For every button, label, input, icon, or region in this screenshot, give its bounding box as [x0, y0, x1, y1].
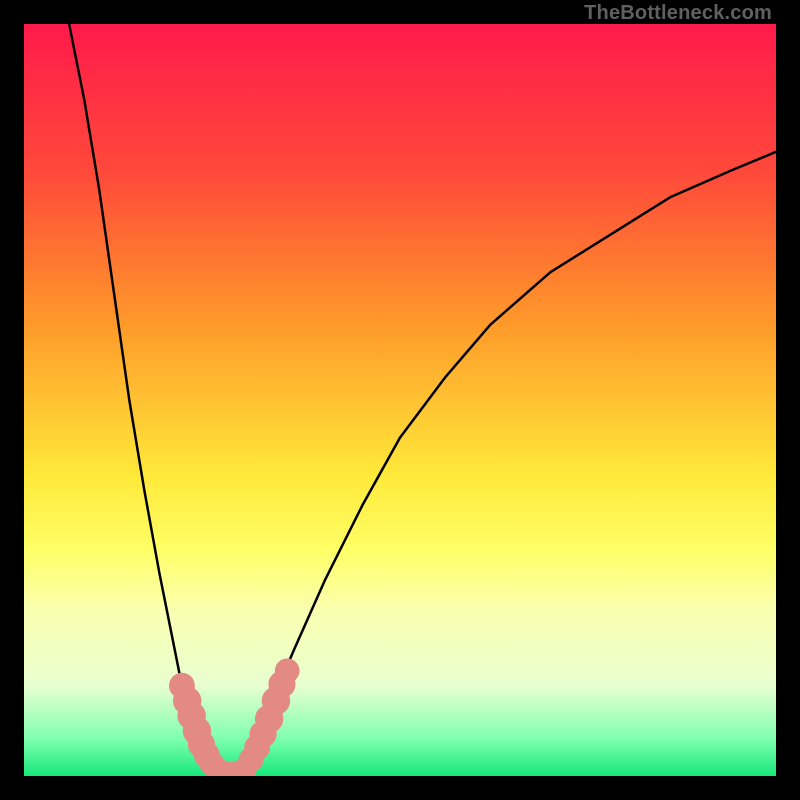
chart-svg: [24, 24, 776, 776]
watermark-text: TheBottleneck.com: [584, 2, 772, 25]
gradient-background: [24, 24, 776, 776]
chart-frame: [24, 24, 776, 776]
marker-dot: [275, 658, 300, 683]
